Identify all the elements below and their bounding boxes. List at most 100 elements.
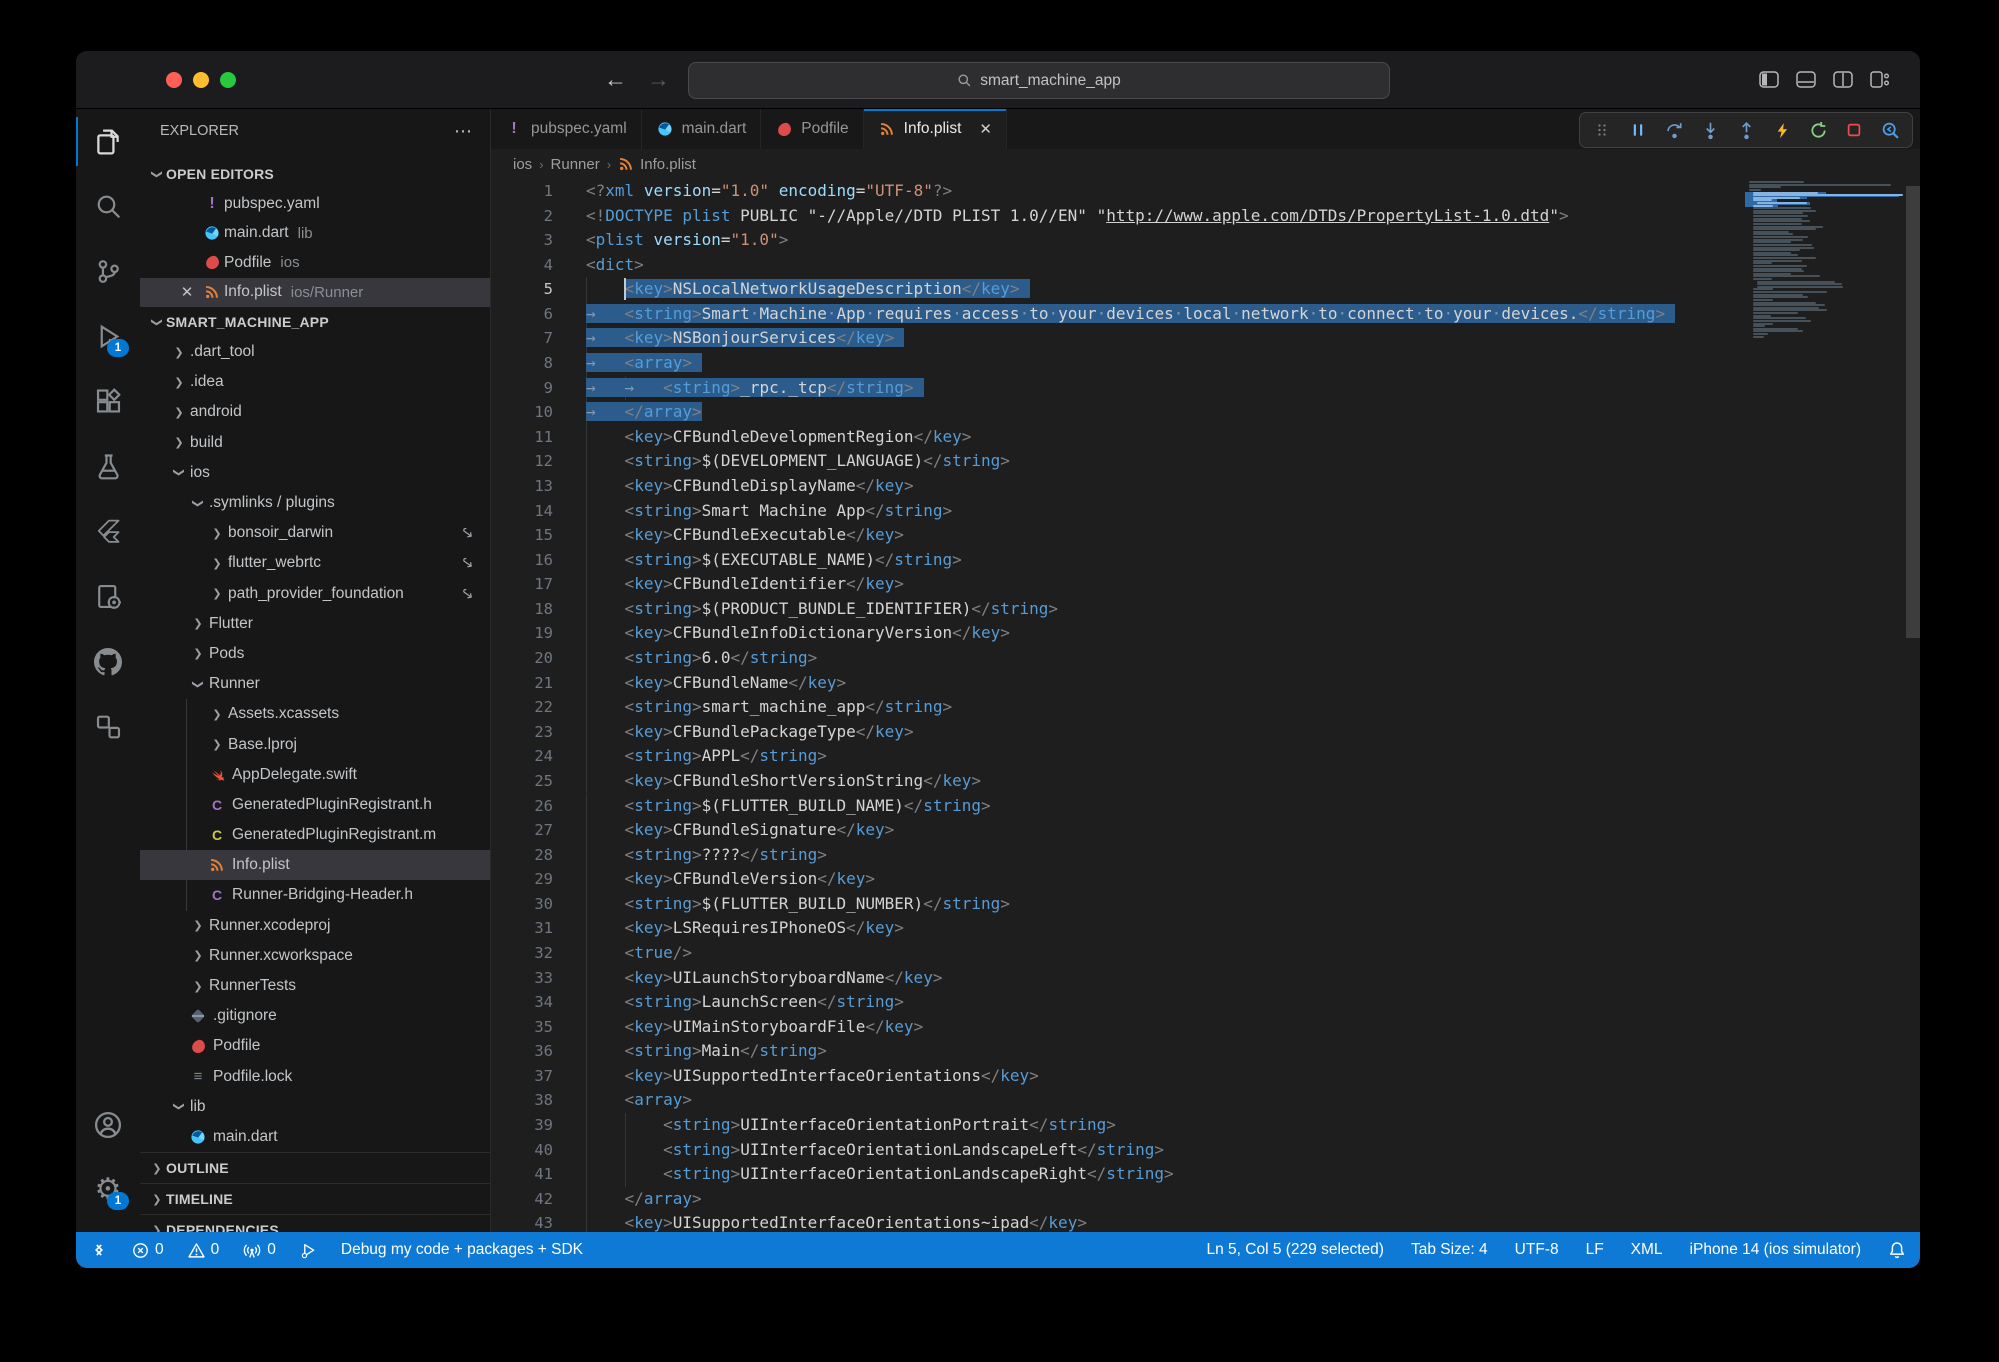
activity-bar-item-source-control[interactable] (76, 239, 140, 304)
tree-item-AppDelegate.swift[interactable]: AppDelegate.swift (140, 760, 490, 790)
step-over-button[interactable] (1658, 116, 1690, 144)
tree-item-.dart_tool[interactable]: ❯.dart_tool (140, 337, 490, 367)
search-value: smart_machine_app (980, 72, 1120, 90)
open-editor-Podfile[interactable]: Podfileios (140, 248, 490, 278)
tab-Podfile[interactable]: Podfile (761, 109, 863, 149)
tree-item-GeneratedPluginRegistrant.m[interactable]: CGeneratedPluginRegistrant.m (140, 820, 490, 850)
tree-item-.symlinks-plugins[interactable]: ❯.symlinks / plugins (140, 488, 490, 518)
section-outline[interactable]: ❯OUTLINE (140, 1152, 490, 1183)
panel-bottom-icon[interactable] (1796, 71, 1816, 88)
tree-item-path_provider_foundation[interactable]: ❯path_provider_foundation↪ (140, 579, 490, 609)
close-icon[interactable]: ✕ (174, 283, 200, 301)
activity-bar-item-settings[interactable]: ⚙1 (76, 1157, 140, 1222)
tree-item-GeneratedPluginRegistrant.h[interactable]: CGeneratedPluginRegistrant.h (140, 790, 490, 820)
history-nav: ← → (604, 51, 670, 108)
tree-item-Base.lproj[interactable]: ❯Base.lproj (140, 729, 490, 759)
breadcrumb[interactable]: ios›Runner›Info.plist (491, 149, 1920, 179)
status-item-error[interactable]: 0 (132, 1241, 164, 1259)
tree-item-main.dart[interactable]: main.dart (140, 1122, 490, 1152)
panel-left-icon[interactable] (1759, 71, 1779, 88)
status-item-remote[interactable] (90, 1241, 108, 1259)
activity-bar-item-extensions[interactable] (76, 369, 140, 434)
status-item[interactable]: LF (1586, 1241, 1604, 1259)
status-item-debug[interactable] (300, 1242, 317, 1259)
status-item-broadcast[interactable]: 0 (243, 1241, 276, 1259)
zoom-button[interactable] (220, 72, 236, 88)
status-item[interactable]: UTF-8 (1515, 1241, 1559, 1259)
tree-item-RunnerTests[interactable]: ❯RunnerTests (140, 971, 490, 1001)
remote-explorer-icon (95, 713, 122, 740)
tree-item-Flutter[interactable]: ❯Flutter (140, 609, 490, 639)
item-label: android (190, 403, 242, 421)
activity-bar-item-run-debug[interactable]: 1 (76, 304, 140, 369)
step-into-button[interactable] (1694, 116, 1726, 144)
stop-button[interactable] (1838, 116, 1870, 144)
code-line-4: 4<dict> (491, 253, 1920, 278)
restart-button[interactable] (1802, 116, 1834, 144)
tree-item-Runner.xcodeproj[interactable]: ❯Runner.xcodeproj (140, 911, 490, 941)
status-item-warning[interactable]: 0 (188, 1241, 220, 1259)
minimap[interactable] (1745, 181, 1902, 1232)
hot-reload-button[interactable] (1766, 116, 1798, 144)
open-editor-pubspec.yaml[interactable]: !pubspec.yaml (140, 189, 490, 219)
open-editors-section[interactable]: ❯ OPEN EDITORS (140, 159, 490, 189)
swift-file-icon (208, 767, 226, 783)
tree-item-.idea[interactable]: ❯.idea (140, 367, 490, 397)
chevron-right-icon: ❯ (208, 708, 226, 721)
command-center-search[interactable]: smart_machine_app (688, 62, 1390, 99)
tree-item-Pods[interactable]: ❯Pods (140, 639, 490, 669)
back-icon[interactable]: ← (604, 66, 627, 93)
open-editor-Info.plist[interactable]: ✕Info.plistios/Runner (140, 278, 490, 308)
split-editor-icon[interactable] (1833, 71, 1853, 88)
breadcrumb-item-Runner[interactable]: Runner (551, 156, 600, 173)
tree-item-Info.plist[interactable]: Info.plist (140, 850, 490, 880)
tree-item-flutter_webrtc[interactable]: ❯flutter_webrtc↪ (140, 548, 490, 578)
tree-item-.gitignore[interactable]: .gitignore (140, 1001, 490, 1031)
status-item[interactable]: iPhone 14 (ios simulator) (1690, 1241, 1861, 1259)
status-item-bell[interactable] (1888, 1241, 1906, 1259)
tree-item-Runner-Bridging-Header.h[interactable]: CRunner-Bridging-Header.h (140, 880, 490, 910)
activity-bar-item-github[interactable] (76, 629, 140, 694)
tree-item-bonsoir_darwin[interactable]: ❯bonsoir_darwin↪ (140, 518, 490, 548)
tab-Info.plist[interactable]: Info.plist✕ (864, 109, 1007, 149)
activity-bar-item-explorer[interactable] (76, 109, 140, 174)
close-button[interactable] (166, 72, 182, 88)
tree-item-ios[interactable]: ❯ios (140, 458, 490, 488)
status-item[interactable]: Tab Size: 4 (1411, 1241, 1488, 1259)
open-editor-main.dart[interactable]: main.dartlib (140, 219, 490, 249)
pause-button[interactable] (1622, 116, 1654, 144)
activity-bar-item-testing[interactable] (76, 434, 140, 499)
tree-item-Runner.xcworkspace[interactable]: ❯Runner.xcworkspace (140, 941, 490, 971)
activity-bar-item-search[interactable] (76, 174, 140, 239)
tree-item-build[interactable]: ❯build (140, 428, 490, 458)
tab-pubspec.yaml[interactable]: !pubspec.yaml (491, 109, 642, 149)
tree-item-Podfile.lock[interactable]: ≡Podfile.lock (140, 1062, 490, 1092)
activity-bar-item-project-settings[interactable] (76, 564, 140, 629)
activity-bar-item-accounts[interactable] (76, 1092, 140, 1157)
tree-item-lib[interactable]: ❯lib (140, 1092, 490, 1122)
activity-bar-item-flutter[interactable] (76, 499, 140, 564)
activity-bar-item-remote-explorer[interactable] (76, 694, 140, 759)
close-icon[interactable]: ✕ (979, 120, 992, 138)
forward-icon[interactable]: → (647, 66, 670, 93)
step-out-button[interactable] (1730, 116, 1762, 144)
minimize-button[interactable] (193, 72, 209, 88)
section-timeline[interactable]: ❯TIMELINE (140, 1183, 490, 1214)
code-editor[interactable]: 1<?xml version="1.0" encoding="UTF-8"?>2… (491, 179, 1920, 1232)
customize-layout-icon[interactable] (1870, 71, 1890, 88)
section-dependencies[interactable]: ❯DEPENDENCIES (140, 1214, 490, 1232)
inspector-button[interactable] (1874, 116, 1906, 144)
tree-item-Podfile[interactable]: Podfile (140, 1031, 490, 1061)
scrollbar-thumb[interactable] (1906, 186, 1920, 638)
status-item[interactable]: XML (1631, 1241, 1663, 1259)
tree-item-Assets.xcassets[interactable]: ❯Assets.xcassets (140, 699, 490, 729)
tree-item-android[interactable]: ❯android (140, 397, 490, 427)
status-item[interactable]: Ln 5, Col 5 (229 selected) (1206, 1241, 1384, 1259)
more-actions-icon[interactable]: ⋯ (454, 121, 474, 142)
breadcrumb-item-Info.plist[interactable]: Info.plist (618, 156, 696, 173)
project-section[interactable]: ❯ SMART_MACHINE_APP (140, 307, 490, 337)
breadcrumb-item-ios[interactable]: ios (513, 156, 532, 173)
tree-item-Runner[interactable]: ❯Runner (140, 669, 490, 699)
status-item[interactable]: Debug my code + packages + SDK (341, 1241, 583, 1259)
tab-main.dart[interactable]: main.dart (642, 109, 762, 149)
